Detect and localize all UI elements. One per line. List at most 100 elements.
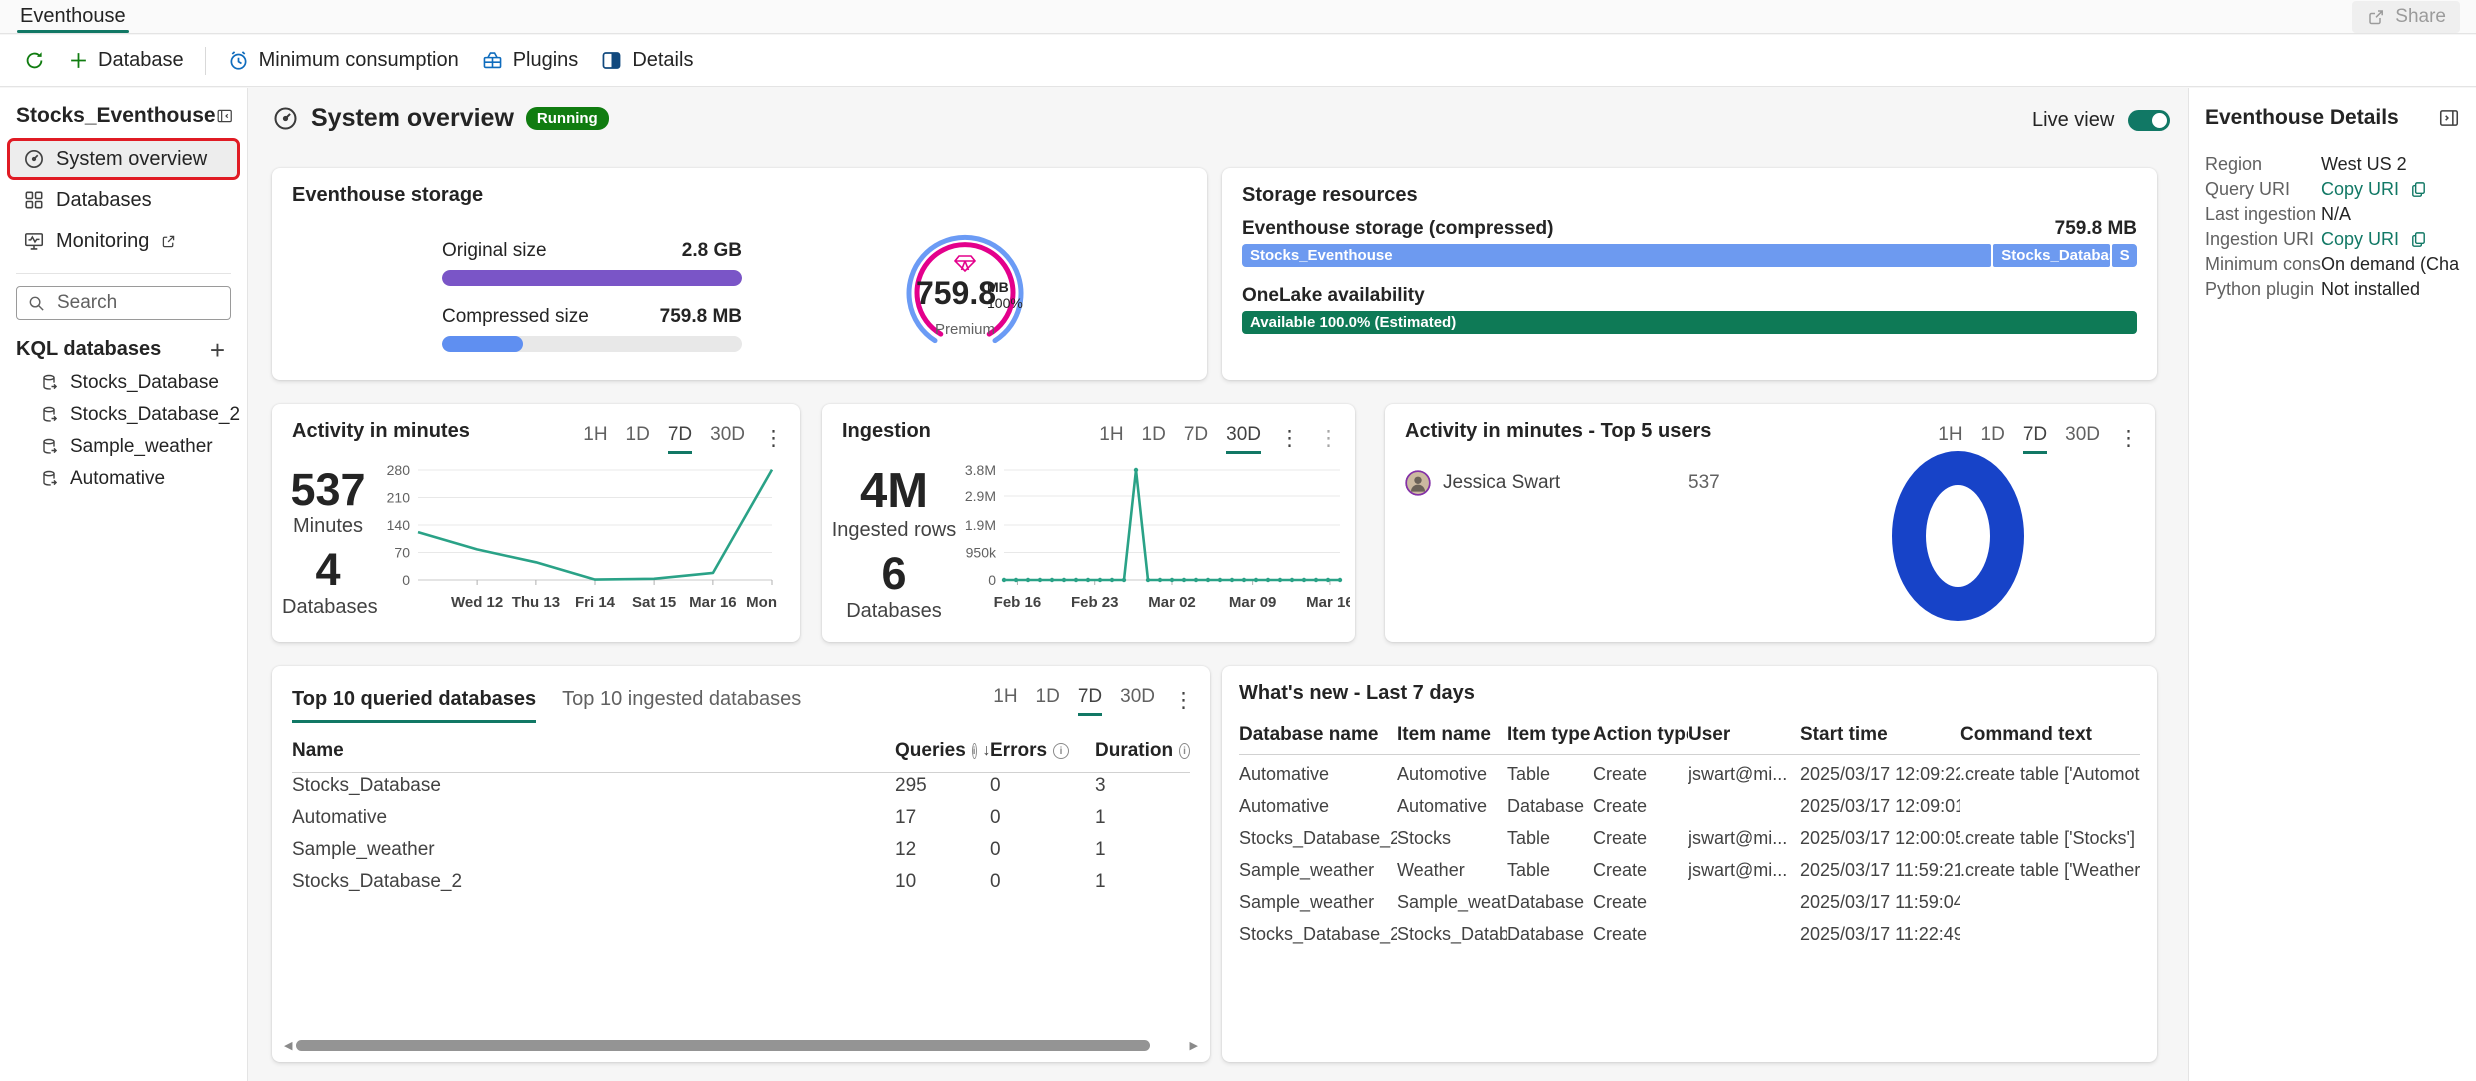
table-row[interactable]: Automative1701 bbox=[292, 802, 1190, 834]
scroll-left-icon[interactable]: ◀ bbox=[284, 1039, 292, 1052]
copy-uri-link[interactable]: Copy URI bbox=[2321, 229, 2399, 250]
kql-database-name: Sample_weather bbox=[70, 436, 213, 458]
horizontal-scrollbar[interactable]: ◀ ▶ bbox=[284, 1038, 1198, 1052]
details-label: Last ingestion bbox=[2205, 204, 2321, 225]
collapse-sidebar-icon[interactable] bbox=[216, 105, 233, 127]
refresh-icon bbox=[23, 49, 46, 72]
storage-segment[interactable]: Stocks_Eventhouse bbox=[1242, 244, 1991, 267]
plugins-button[interactable]: Plugins bbox=[470, 42, 590, 79]
onelake-availability-label: OneLake availability bbox=[1242, 285, 1425, 307]
collapse-details-icon[interactable] bbox=[2438, 107, 2460, 129]
table-row[interactable]: Sample_weatherSample_weatherDatabaseCrea… bbox=[1239, 886, 2140, 918]
status-badge: Running bbox=[526, 107, 609, 130]
column-header-database-name[interactable]: Database name bbox=[1239, 724, 1397, 746]
kql-database-item[interactable]: Stocks_Database_2 bbox=[0, 399, 247, 431]
kql-database-item[interactable]: Automative bbox=[0, 463, 247, 495]
svg-text:140: 140 bbox=[387, 517, 411, 533]
activity-line-chart: 070140210280Wed 12Thu 13Fri 14Sat 15Mar … bbox=[374, 456, 782, 628]
time-range-1h[interactable]: 1H bbox=[583, 424, 607, 454]
time-range-30d[interactable]: 30D bbox=[2065, 424, 2100, 454]
top-user-row[interactable]: Jessica Swart537 bbox=[1405, 470, 1560, 496]
time-range-1h[interactable]: 1H bbox=[1099, 424, 1123, 454]
svg-text:Feb 23: Feb 23 bbox=[1071, 594, 1119, 611]
share-icon bbox=[2366, 7, 2386, 27]
sidebar-item-databases[interactable]: Databases bbox=[10, 182, 237, 218]
table-row[interactable]: Sample_weather1201 bbox=[292, 834, 1190, 866]
details-label: Query URI bbox=[2205, 179, 2321, 200]
tab-top-queried[interactable]: Top 10 queried databases bbox=[292, 688, 536, 723]
storage-segment[interactable]: Stocks_Database_2 bbox=[1993, 244, 2109, 267]
kql-database-item[interactable]: Sample_weather bbox=[0, 431, 247, 463]
cell-4: jswart@mi... bbox=[1688, 860, 1800, 881]
card-menu-icon[interactable]: ⋮ bbox=[1279, 432, 1300, 446]
time-range-1d[interactable]: 1D bbox=[626, 424, 650, 454]
details-value: West US 2 bbox=[2321, 154, 2460, 175]
copy-icon[interactable] bbox=[2409, 180, 2428, 199]
original-size-bar bbox=[442, 270, 742, 286]
details-button[interactable]: Details bbox=[589, 42, 704, 79]
time-range-30d[interactable]: 30D bbox=[1120, 686, 1155, 716]
table-row[interactable]: Stocks_Database29503 bbox=[292, 770, 1190, 802]
share-button[interactable]: Share bbox=[2352, 1, 2460, 33]
copy-uri-link[interactable]: Copy URI bbox=[2321, 179, 2399, 200]
storage-segment[interactable]: S bbox=[2112, 244, 2137, 267]
ingested-rows-label: Ingested rows bbox=[828, 519, 960, 542]
cell-errors: 0 bbox=[990, 839, 1095, 861]
table-row[interactable]: Stocks_Database_21001 bbox=[292, 866, 1190, 898]
time-range-selector: 1H 1D 7D 30D bbox=[993, 686, 1155, 716]
plugins-icon bbox=[481, 49, 504, 72]
cell-2: Database bbox=[1507, 796, 1593, 817]
time-range-7d[interactable]: 7D bbox=[1184, 424, 1208, 454]
column-header-errors[interactable]: Errorsi bbox=[990, 740, 1095, 762]
sidebar-item-monitoring[interactable]: Monitoring bbox=[10, 223, 237, 259]
refresh-button[interactable] bbox=[12, 42, 57, 79]
tab-eventhouse[interactable]: Eventhouse bbox=[16, 0, 130, 33]
time-range-30d[interactable]: 30D bbox=[710, 424, 745, 454]
column-header-start-time[interactable]: Start time bbox=[1800, 724, 1960, 746]
user-avatar bbox=[1405, 470, 1431, 496]
time-range-1d[interactable]: 1D bbox=[1142, 424, 1166, 454]
table-row[interactable]: Sample_weatherWeatherTableCreatejswart@m… bbox=[1239, 854, 2140, 886]
column-header-name[interactable]: Name bbox=[292, 740, 895, 762]
eventhouse-details-panel: Eventhouse Details RegionWest US 2Query … bbox=[2188, 88, 2476, 1081]
column-header-queries[interactable]: Queriesi↓ bbox=[895, 740, 990, 762]
search-box[interactable] bbox=[16, 286, 231, 320]
scrollbar-thumb[interactable] bbox=[296, 1040, 1150, 1051]
sidebar-item-system-overview[interactable]: System overview bbox=[10, 141, 237, 177]
add-kql-database-button[interactable]: + bbox=[204, 339, 231, 361]
kql-database-item[interactable]: Stocks_Database bbox=[0, 367, 247, 399]
column-header-item-name[interactable]: Item name bbox=[1397, 724, 1507, 746]
minimum-consumption-button[interactable]: Minimum consumption bbox=[216, 42, 470, 79]
time-range-7d[interactable]: 7D bbox=[668, 424, 692, 454]
card-menu-icon[interactable]: ⋮ bbox=[763, 432, 784, 446]
add-database-button[interactable]: Database bbox=[57, 42, 195, 79]
scroll-right-icon[interactable]: ▶ bbox=[1190, 1039, 1198, 1052]
column-header-command-text[interactable]: Command text bbox=[1960, 724, 2140, 746]
table-row[interactable]: AutomativeAutomotiveTableCreatejswart@mi… bbox=[1239, 758, 2140, 790]
cell-3: Create bbox=[1593, 796, 1688, 817]
minutes-value: 537 bbox=[282, 466, 374, 513]
table-row[interactable]: AutomativeAutomativeDatabaseCreate2025/0… bbox=[1239, 790, 2140, 822]
table-row[interactable]: Stocks_Database_2Stocks_Databa...Databas… bbox=[1239, 918, 2140, 950]
column-header-item-type[interactable]: Item type bbox=[1507, 724, 1593, 746]
svg-text:Sat 15: Sat 15 bbox=[632, 594, 676, 611]
card-menu-icon-secondary[interactable]: ⋮ bbox=[1318, 432, 1339, 446]
storage-segments-bar: Stocks_EventhouseStocks_Database_2S bbox=[1242, 244, 2137, 267]
time-range-1d[interactable]: 1D bbox=[1036, 686, 1060, 716]
time-range-1h[interactable]: 1H bbox=[993, 686, 1017, 716]
svg-text:Feb 16: Feb 16 bbox=[994, 594, 1042, 611]
column-header-user[interactable]: User bbox=[1688, 724, 1800, 746]
tab-top-ingested[interactable]: Top 10 ingested databases bbox=[562, 688, 801, 723]
time-range-7d[interactable]: 7D bbox=[1078, 686, 1102, 716]
search-input[interactable] bbox=[55, 291, 209, 315]
table-row[interactable]: Stocks_Database_2StocksTableCreatejswart… bbox=[1239, 822, 2140, 854]
card-menu-icon[interactable]: ⋮ bbox=[2118, 432, 2139, 446]
column-header-duration[interactable]: Durationi bbox=[1095, 740, 1190, 762]
column-header-action-type[interactable]: Action type bbox=[1593, 724, 1688, 746]
card-menu-icon[interactable]: ⋮ bbox=[1173, 694, 1194, 708]
cell-duration: 3 bbox=[1095, 775, 1190, 797]
copy-icon[interactable] bbox=[2409, 230, 2428, 249]
kql-database-name: Stocks_Database bbox=[70, 372, 219, 394]
time-range-30d[interactable]: 30D bbox=[1226, 424, 1261, 454]
live-view-toggle[interactable] bbox=[2128, 110, 2170, 131]
